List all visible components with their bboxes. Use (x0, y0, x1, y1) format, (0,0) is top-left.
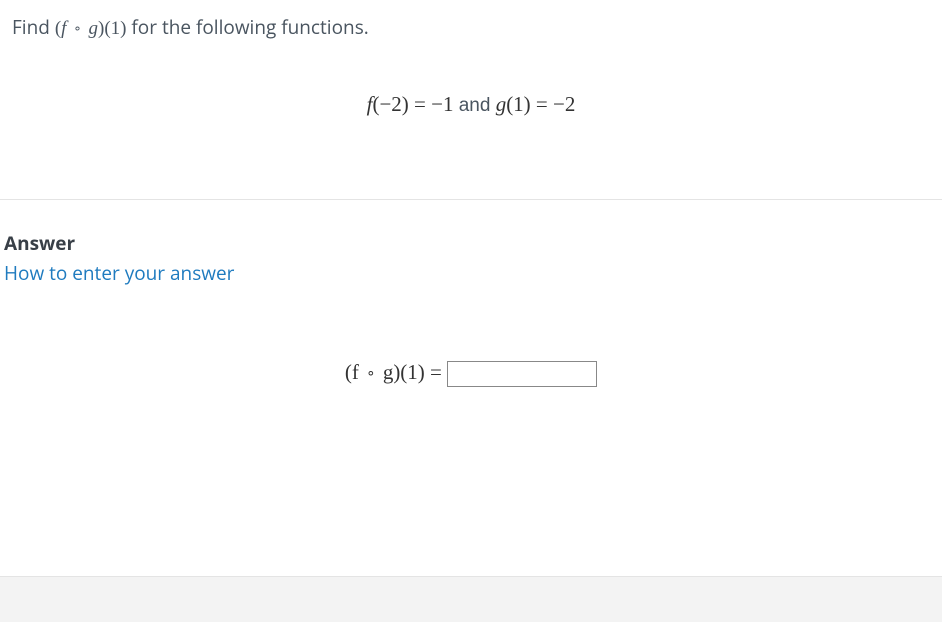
answer-section: Answer How to enter your answer (f ∘ g)(… (0, 200, 942, 387)
question-prompt: Find (f ∘ g)(1) for the following functi… (12, 14, 930, 40)
answer-input[interactable] (447, 361, 597, 387)
footer-band (0, 576, 942, 622)
composition-expr: (f ∘ g)(1) (55, 18, 127, 39)
answer-label: (f ∘ g)(1) = (345, 360, 447, 384)
given-functions: f(−2) = −1 and g(1) = −2 (12, 92, 930, 117)
answer-heading: Answer (4, 230, 938, 256)
answer-line: (f ∘ g)(1) = (4, 360, 938, 387)
prompt-suffix: for the following functions. (126, 14, 368, 40)
answer-help-link[interactable]: How to enter your answer (4, 260, 938, 286)
prompt-prefix: Find (12, 14, 55, 40)
question-section: Find (f ∘ g)(1) for the following functi… (0, 0, 942, 200)
